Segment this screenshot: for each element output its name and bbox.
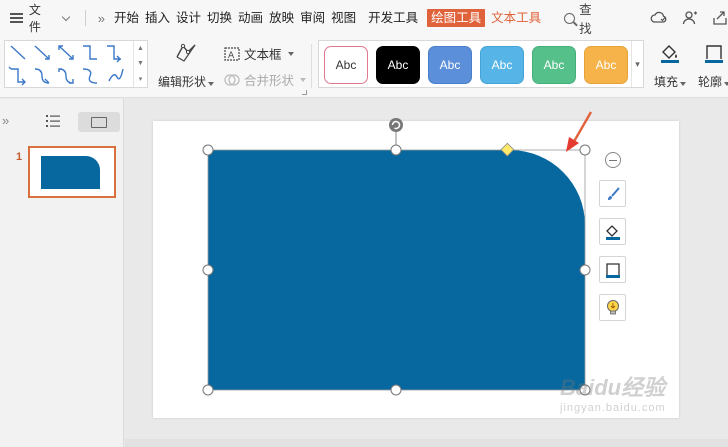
resize-handle-right[interactable] xyxy=(579,264,591,276)
svg-text:A: A xyxy=(228,51,235,61)
textbox-button[interactable]: A 文本框 xyxy=(224,44,294,63)
style-chip-outline[interactable]: Abc xyxy=(324,46,368,84)
edit-shape-label: 编辑形状 xyxy=(157,75,206,89)
brush-icon xyxy=(607,186,620,200)
rounded-rectangle-shape[interactable] xyxy=(208,150,585,390)
caret-down-icon xyxy=(680,82,686,86)
file-menu-button[interactable]: 文件 xyxy=(0,0,79,36)
hamburger-icon xyxy=(10,13,23,23)
fill-button[interactable]: 填充 xyxy=(650,42,690,90)
outline-label: 轮廓 xyxy=(697,75,722,89)
slide-view-icon[interactable] xyxy=(78,112,120,132)
fill-label: 填充 xyxy=(653,75,678,89)
tab-review[interactable]: 审阅 xyxy=(297,0,328,36)
slide-thumbnail-preview xyxy=(41,156,100,189)
smart-tips-button[interactable] xyxy=(599,294,626,321)
shape-style-gallery: Abc Abc Abc Abc Abc Abc ▾ xyxy=(318,40,644,88)
resize-handle-left[interactable] xyxy=(202,264,214,276)
outline-button[interactable]: 轮廓 xyxy=(694,42,728,90)
shape-style-button[interactable] xyxy=(599,180,626,207)
tab-developer[interactable]: 开发工具 xyxy=(365,0,421,36)
top-right-icons xyxy=(650,10,728,26)
shape-outline-icon xyxy=(605,262,620,278)
caret-down-icon xyxy=(287,51,294,56)
caret-down-icon xyxy=(300,77,307,82)
ribbon-divider xyxy=(311,44,312,88)
tab-transition[interactable]: 切换 xyxy=(204,0,235,36)
resize-handle-top[interactable] xyxy=(390,144,402,156)
gallery-scroll[interactable]: ▲ ▼ ▾ xyxy=(133,41,147,87)
tab-animation[interactable]: 动画 xyxy=(235,0,266,36)
share-icon[interactable] xyxy=(712,10,728,26)
tab-slideshow[interactable]: 放映 xyxy=(266,0,297,36)
merge-shape-label: 合并形状 xyxy=(244,74,295,88)
tab-home[interactable]: 开始 xyxy=(111,0,142,36)
shape-outline-icon xyxy=(705,45,723,63)
outline-view-icon[interactable] xyxy=(46,115,60,130)
slide-number: 1 xyxy=(16,151,23,163)
file-menu-label: 文件 xyxy=(28,3,41,34)
style-chip-green[interactable]: Abc xyxy=(532,46,576,84)
tab-view[interactable]: 视图 xyxy=(328,0,359,36)
chevron-down-icon xyxy=(61,12,70,21)
merge-shape-button[interactable]: 合并形状 xyxy=(224,70,307,89)
search-icon xyxy=(564,12,576,24)
search-button[interactable]: 查找 xyxy=(564,0,604,37)
style-chip-light-blue[interactable]: Abc xyxy=(480,46,524,84)
line-shape-gallery[interactable]: ▲ ▼ ▾ xyxy=(4,40,148,88)
ribbon-toolbar: ▲ ▼ ▾ 编辑形状 A 文本框 合并形状 Abc Abc Abc Abc Abc xyxy=(0,36,728,98)
style-chip-black[interactable]: Abc xyxy=(376,46,420,84)
style-gallery-more[interactable]: ▾ xyxy=(631,41,643,87)
double-chevron-right-icon[interactable]: » xyxy=(92,11,111,26)
resize-handle-top-left[interactable] xyxy=(202,144,214,156)
paint-bucket-icon xyxy=(661,45,679,63)
tab-insert[interactable]: 插入 xyxy=(142,0,173,36)
cloud-sync-icon[interactable] xyxy=(650,10,668,26)
user-add-icon[interactable] xyxy=(682,10,698,26)
resize-handle-bottom-left[interactable] xyxy=(202,384,214,396)
merge-shape-icon xyxy=(224,73,240,86)
collapse-toolbar-icon[interactable] xyxy=(605,152,621,168)
textbox-label: 文本框 xyxy=(244,48,282,62)
tab-design[interactable]: 设计 xyxy=(173,0,204,36)
rotate-handle-icon[interactable] xyxy=(389,118,403,132)
caret-down-icon xyxy=(724,82,728,86)
style-chip-blue[interactable]: Abc xyxy=(428,46,472,84)
style-chip-orange[interactable]: Abc xyxy=(584,46,628,84)
tab-text-tools[interactable]: 文本工具 xyxy=(488,0,544,36)
slides-panel: » 1 xyxy=(0,99,124,447)
watermark-brand: Baidu经验 xyxy=(560,375,666,400)
lightbulb-icon xyxy=(606,299,619,314)
menu-divider xyxy=(84,10,86,26)
slide-thumbnail[interactable] xyxy=(28,146,116,198)
menu-bar: 文件 » 开始 插入 设计 切换 动画 放映 审阅 视图 开发工具 绘图工具 文… xyxy=(0,0,728,36)
shape-fill-button[interactable] xyxy=(599,218,626,245)
expand-panel-icon[interactable]: » xyxy=(2,113,9,128)
baidu-watermark: Baidu经验 jingyan.baidu.com xyxy=(560,370,666,414)
caret-down-icon xyxy=(208,82,214,86)
tab-drawing-tools[interactable]: 绘图工具 xyxy=(427,9,486,27)
shape-outline-button[interactable] xyxy=(599,256,626,283)
resize-handle-top-right[interactable] xyxy=(579,144,591,156)
dialog-launcher-icon[interactable] xyxy=(302,90,307,95)
ribbon-tabs: 开始 插入 设计 切换 动画 放映 审阅 视图 开发工具 绘图工具 文本工具 xyxy=(111,0,544,36)
edit-shape-icon xyxy=(176,43,196,62)
paint-bucket-icon xyxy=(605,224,620,240)
search-label: 查找 xyxy=(579,3,592,36)
resize-handle-bottom[interactable] xyxy=(390,384,402,396)
watermark-url: jingyan.baidu.com xyxy=(560,402,666,414)
edit-shape-button[interactable]: 编辑形状 xyxy=(156,42,216,90)
textbox-icon: A xyxy=(224,46,240,61)
